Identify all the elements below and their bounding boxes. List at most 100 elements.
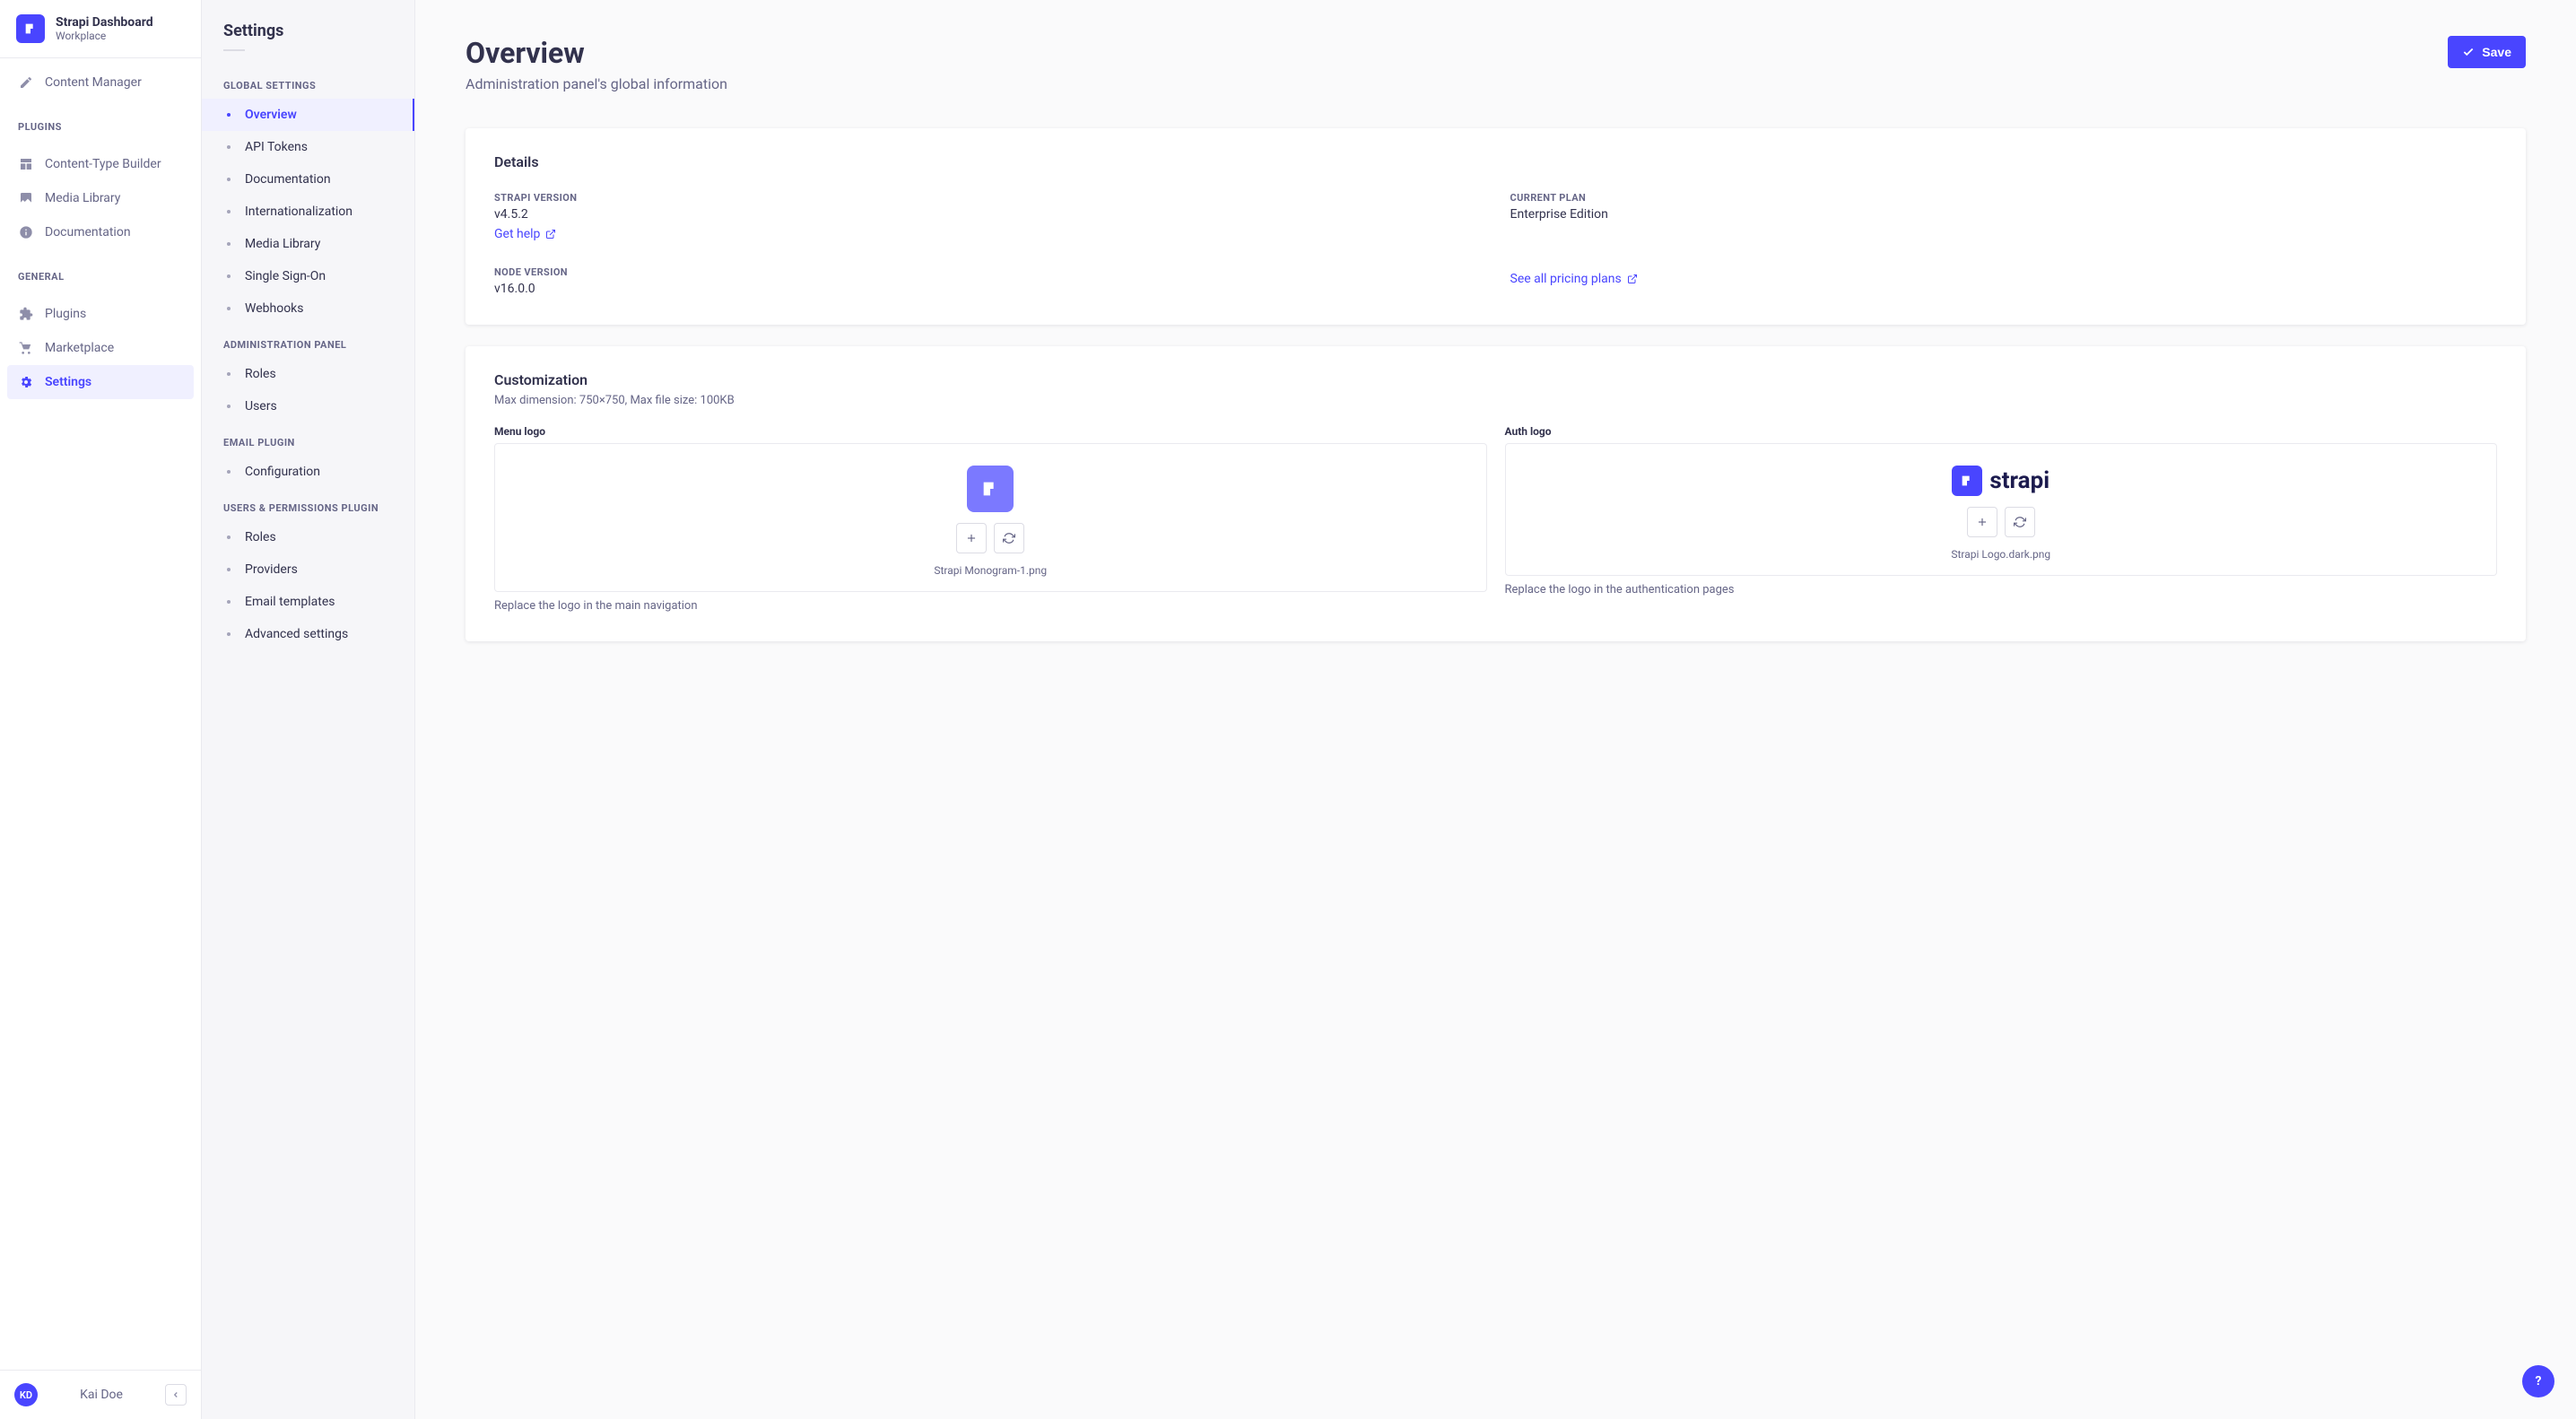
bullet-icon	[227, 632, 231, 636]
auth-logo-preview: strapi	[1952, 466, 2049, 496]
settings-item-configuration[interactable]: Configuration	[202, 456, 414, 488]
menu-logo-label: Menu logo	[494, 425, 1487, 438]
nav-settings[interactable]: Settings	[7, 365, 194, 399]
settings-item-label: Media Library	[245, 237, 320, 251]
save-button[interactable]: Save	[2448, 36, 2526, 68]
settings-item-label: Webhooks	[245, 301, 304, 316]
settings-item-providers[interactable]: Providers	[202, 553, 414, 586]
external-link-icon	[1627, 274, 1638, 284]
bullet-icon	[227, 470, 231, 474]
nav-section-plugins: PLUGINS	[0, 107, 201, 140]
nav-section-general: GENERAL	[0, 257, 201, 290]
settings-item-webhooks[interactable]: Webhooks	[202, 292, 414, 325]
settings-sidebar: Settings GLOBAL SETTINGSOverviewAPI Toke…	[202, 0, 415, 1419]
current-plan-label: CURRENT PLAN	[1510, 192, 2498, 204]
layout-icon	[18, 156, 34, 172]
menu-logo-box: Strapi Monogram-1.png	[494, 443, 1487, 592]
strapi-version-label: STRAPI VERSION	[494, 192, 1482, 204]
settings-item-advanced-settings[interactable]: Advanced settings	[202, 618, 414, 650]
settings-item-single-sign-on[interactable]: Single Sign-On	[202, 260, 414, 292]
check-icon	[2462, 46, 2475, 58]
get-help-link[interactable]: Get help	[494, 227, 556, 241]
menu-logo-help: Replace the logo in the main navigation	[494, 599, 1487, 613]
settings-item-roles[interactable]: Roles	[202, 358, 414, 390]
bullet-icon	[227, 210, 231, 213]
plus-icon	[965, 532, 978, 544]
settings-item-label: Configuration	[245, 465, 320, 479]
gear-icon	[18, 374, 34, 390]
node-version-value: v16.0.0	[494, 282, 1482, 296]
nav-marketplace[interactable]: Marketplace	[7, 331, 194, 365]
auth-logo-add-button[interactable]	[1967, 507, 1997, 537]
settings-item-roles[interactable]: Roles	[202, 521, 414, 553]
customization-card: Customization Max dimension: 750×750, Ma…	[466, 346, 2526, 641]
strapi-logo-icon	[16, 14, 45, 43]
bullet-icon	[227, 372, 231, 376]
pricing-plans-link[interactable]: See all pricing plans	[1510, 272, 1638, 286]
bullet-icon	[227, 178, 231, 181]
auth-logo-filename: Strapi Logo.dark.png	[1951, 548, 2050, 561]
cart-icon	[18, 340, 34, 356]
collapse-button[interactable]	[165, 1384, 187, 1406]
nav-plugins[interactable]: Plugins	[7, 297, 194, 331]
settings-item-internationalization[interactable]: Internationalization	[202, 196, 414, 228]
settings-item-label: Roles	[245, 530, 276, 544]
external-link-icon	[545, 229, 556, 239]
brand[interactable]: Strapi Dashboard Workplace	[0, 0, 201, 58]
bullet-icon	[227, 113, 231, 117]
settings-item-label: Roles	[245, 367, 276, 381]
settings-item-users[interactable]: Users	[202, 390, 414, 422]
auth-logo-box: strapi Strapi Logo.dark.png	[1505, 443, 2498, 576]
user-footer: KD Kai Doe	[0, 1370, 201, 1419]
settings-item-label: API Tokens	[245, 140, 308, 154]
nav-documentation[interactable]: Documentation	[7, 215, 194, 249]
divider	[223, 49, 245, 51]
details-title: Details	[494, 153, 2497, 170]
plus-icon	[1976, 516, 1989, 528]
nav-media-library[interactable]: Media Library	[7, 181, 194, 215]
settings-item-label: Single Sign-On	[245, 269, 326, 283]
settings-item-label: Documentation	[245, 172, 331, 187]
info-icon	[18, 224, 34, 240]
settings-item-label: Advanced settings	[245, 627, 348, 641]
page-title: Overview	[466, 36, 727, 70]
node-version-label: NODE VERSION	[494, 266, 1482, 278]
page-subtitle: Administration panel's global informatio…	[466, 75, 727, 92]
settings-item-label: Overview	[245, 108, 297, 122]
bullet-icon	[227, 568, 231, 571]
main-sidebar: Strapi Dashboard Workplace Content Manag…	[0, 0, 202, 1419]
bullet-icon	[227, 600, 231, 604]
menu-logo-preview	[967, 466, 1014, 512]
brand-subtitle: Workplace	[56, 30, 153, 42]
nav-content-type-builder[interactable]: Content-Type Builder	[7, 147, 194, 181]
customization-hint: Max dimension: 750×750, Max file size: 1…	[494, 394, 2497, 407]
bullet-icon	[227, 535, 231, 539]
refresh-icon	[1003, 532, 1015, 544]
image-icon	[18, 190, 34, 206]
settings-section-label: EMAIL PLUGIN	[202, 422, 414, 456]
settings-item-label: Users	[245, 399, 277, 414]
settings-item-api-tokens[interactable]: API Tokens	[202, 131, 414, 163]
auth-logo-reset-button[interactable]	[2005, 507, 2035, 537]
nav-content-manager[interactable]: Content Manager	[7, 65, 194, 100]
brand-title: Strapi Dashboard	[56, 15, 153, 30]
pencil-icon	[18, 74, 34, 91]
settings-item-documentation[interactable]: Documentation	[202, 163, 414, 196]
auth-logo-label: Auth logo	[1505, 425, 2498, 438]
current-plan-value: Enterprise Edition	[1510, 207, 2498, 222]
settings-item-overview[interactable]: Overview	[202, 99, 414, 131]
settings-item-email-templates[interactable]: Email templates	[202, 586, 414, 618]
settings-item-label: Email templates	[245, 595, 335, 609]
settings-item-label: Providers	[245, 562, 298, 577]
settings-title: Settings	[202, 22, 414, 49]
settings-item-media-library[interactable]: Media Library	[202, 228, 414, 260]
puzzle-icon	[18, 306, 34, 322]
user-name: Kai Doe	[38, 1388, 165, 1402]
menu-logo-reset-button[interactable]	[994, 523, 1024, 553]
avatar[interactable]: KD	[14, 1383, 38, 1406]
menu-logo-add-button[interactable]	[956, 523, 987, 553]
strapi-mark-icon	[1952, 466, 1982, 496]
settings-section-label: ADMINISTRATION PANEL	[202, 325, 414, 358]
help-fab[interactable]: ?	[2522, 1365, 2554, 1397]
strapi-version-value: v4.5.2	[494, 207, 1482, 222]
